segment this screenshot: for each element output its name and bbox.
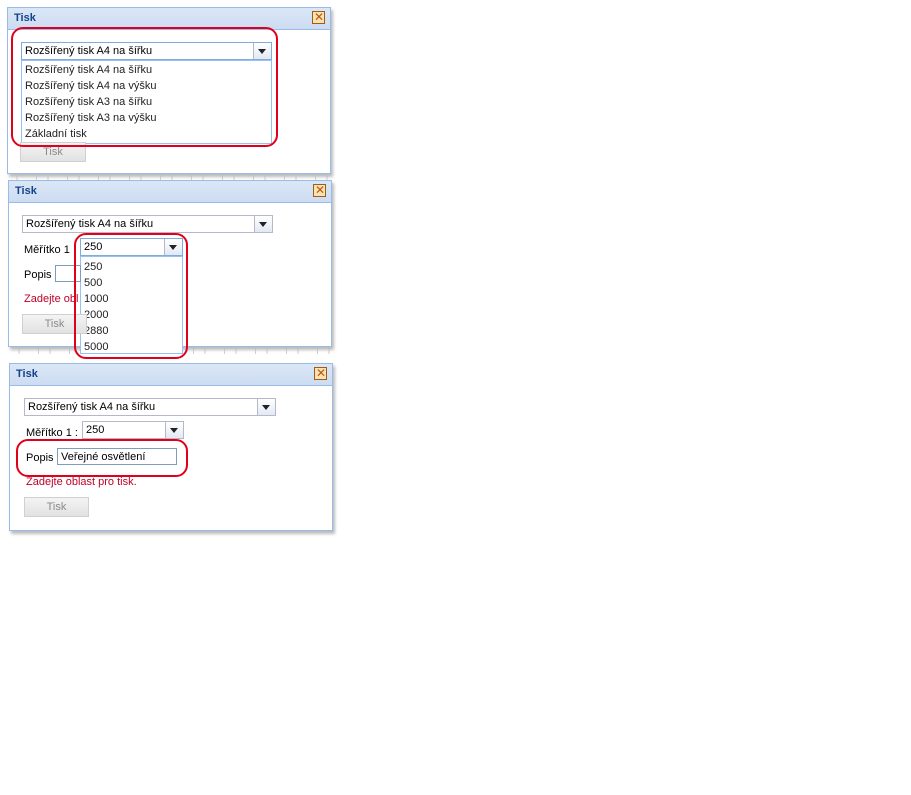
description-field[interactable] (55, 265, 81, 282)
description-label: Popis (24, 269, 52, 281)
dialog-title: Tisk (16, 368, 38, 380)
list-item[interactable]: Rozšířený tisk A3 na výšku (22, 110, 271, 126)
scale-combo[interactable]: 250 (80, 238, 183, 256)
description-value: Veřejné osvětlení (61, 451, 146, 463)
dropdown-trigger[interactable] (165, 422, 183, 438)
print-dialog-2: Tisk ✕ Rozšířený tisk A4 na šířku Měřítk… (8, 180, 332, 354)
description-field[interactable]: Veřejné osvětlení (57, 448, 177, 465)
chevron-down-icon (262, 405, 270, 410)
print-button[interactable]: Tisk (22, 314, 87, 334)
chevron-down-icon (258, 49, 266, 54)
print-dialog-1: Tisk ✕ Rozšířený tisk A4 na šířku Rozšíř… (7, 7, 331, 174)
chevron-down-icon (259, 222, 267, 227)
scale-list: 250 500 1000 2000 2880 5000 (80, 256, 183, 354)
scale-value: 250 (84, 241, 103, 253)
list-item[interactable]: 250 (81, 259, 182, 275)
scale-value: 250 (86, 424, 105, 436)
close-button[interactable]: ✕ (313, 183, 326, 197)
list-item[interactable]: 2880 (81, 323, 182, 339)
print-type-combo[interactable]: Rozšířený tisk A4 na šířku (21, 42, 272, 60)
error-message: Zadejte obl (24, 293, 79, 305)
scale-label: Měřítko 1 (24, 244, 70, 256)
dialog-title: Tisk (15, 185, 37, 197)
list-item[interactable]: 1000 (81, 291, 182, 307)
print-type-combo[interactable]: Rozšířený tisk A4 na šířku (22, 215, 273, 233)
list-item[interactable]: 500 (81, 275, 182, 291)
dialog-titlebar[interactable]: Tisk ✕ (8, 8, 330, 30)
description-label: Popis (26, 452, 54, 464)
print-dialog-3: Tisk ✕ Rozšířený tisk A4 na šířku Měřítk… (9, 363, 333, 531)
dropdown-trigger[interactable] (164, 239, 182, 255)
error-message: Zadejte oblast pro tisk. (26, 476, 137, 488)
chevron-down-icon (169, 245, 177, 250)
list-item[interactable]: Rozšířený tisk A3 na šířku (22, 94, 271, 110)
close-icon: ✕ (316, 366, 327, 380)
list-item[interactable]: 5000 (81, 339, 182, 355)
print-type-combo[interactable]: Rozšířený tisk A4 na šířku (24, 398, 276, 416)
list-item[interactable]: Rozšířený tisk A4 na šířku (22, 62, 271, 78)
scale-label: Měřítko 1 : (26, 427, 78, 439)
scale-combo[interactable]: 250 (82, 421, 184, 439)
close-button[interactable]: ✕ (312, 10, 325, 24)
close-button[interactable]: ✕ (314, 366, 327, 380)
chevron-down-icon (170, 428, 178, 433)
dialog-title: Tisk (14, 12, 36, 24)
close-icon: ✕ (314, 10, 325, 24)
dialog-titlebar[interactable]: Tisk ✕ (10, 364, 332, 386)
close-icon: ✕ (315, 183, 326, 197)
print-button[interactable]: Tisk (24, 497, 89, 517)
dialog-titlebar[interactable]: Tisk ✕ (9, 181, 331, 203)
dropdown-trigger[interactable] (257, 399, 275, 415)
print-button[interactable]: Tisk (20, 142, 86, 162)
dropdown-trigger[interactable] (254, 216, 272, 232)
print-type-list: Rozšířený tisk A4 na šířku Rozšířený tis… (21, 60, 272, 144)
list-item[interactable]: 2000 (81, 307, 182, 323)
print-type-value: Rozšířený tisk A4 na šířku (28, 401, 156, 413)
print-type-value: Rozšířený tisk A4 na šířku (25, 45, 153, 57)
list-item[interactable]: Rozšířený tisk A4 na výšku (22, 78, 271, 94)
list-item[interactable]: Základní tisk (22, 126, 271, 142)
print-type-value: Rozšířený tisk A4 na šířku (26, 218, 154, 230)
dropdown-trigger[interactable] (253, 43, 271, 59)
